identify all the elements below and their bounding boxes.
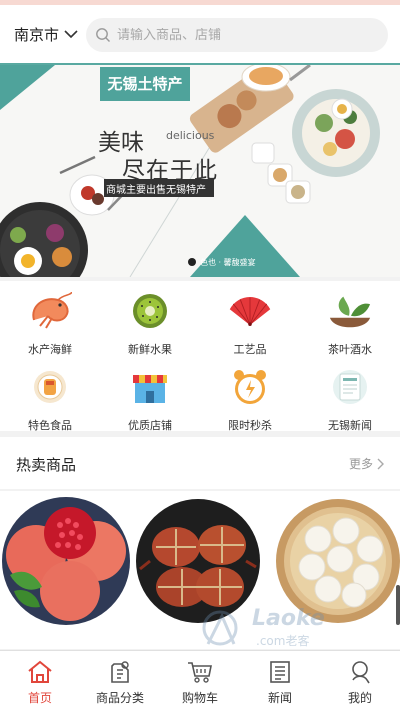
fan-icon [228,291,272,331]
cart-icon [187,659,213,685]
news-icon [328,367,372,407]
search-input[interactable] [117,27,367,43]
category-label: 工艺品 [233,343,267,356]
category-item-crafts[interactable]: 工艺品 [200,285,300,359]
banner-headline-2: 尽在于此 [122,158,218,184]
chevron-down-icon [64,30,78,39]
tea-icon [328,291,372,331]
tab-news[interactable]: 新闻 [240,651,320,709]
category-label: 水产海鲜 [28,343,72,356]
tab-label: 我的 [347,691,372,705]
tab-label: 首页 [27,691,52,705]
tab-profile[interactable]: 我的 [320,651,400,709]
tab-cart[interactable]: 购物车 [160,651,240,709]
home-icon [27,659,53,685]
category-grid: 水产海鲜 新鲜水果 工艺品 茶叶酒水 特色食品 优质店铺 限时秒杀 无锡新闻 [0,281,400,432]
more-link[interactable]: 更多 [349,455,384,472]
more-label: 更多 [348,457,373,471]
category-label: 优质店铺 [128,419,172,432]
banner-footer-text: 色也 · 馨馥盛宴 [200,258,256,267]
city-selector[interactable]: 南京市 [14,24,78,45]
category-item-flash-sale[interactable]: 限时秒杀 [200,361,300,435]
category-item-fruit[interactable]: 新鲜水果 [100,285,200,359]
hot-products-title: 热卖商品 [16,456,77,474]
tab-home[interactable]: 首页 [0,651,80,709]
category-item-specialty-food[interactable]: 特色食品 [0,361,100,435]
category-label: 无锡新闻 [328,419,372,432]
tab-categories[interactable]: 商品分类 [80,651,160,709]
search-icon [96,28,110,42]
chevron-right-icon [377,458,384,469]
product-image [2,497,130,625]
category-label: 特色食品 [28,419,72,432]
category-item-shops[interactable]: 优质店铺 [100,361,200,435]
newspaper-icon [269,659,291,685]
bottom-tab-bar: 首页 商品分类 购物车 新闻 我的 [0,650,400,709]
category-item-tea[interactable]: 茶叶酒水 [300,285,400,359]
tab-label: 购物车 [181,691,218,705]
product-image [276,499,400,623]
product-card-hairy-crab[interactable] [136,495,264,631]
product-image [136,499,260,623]
category-icon [108,659,132,685]
shop-icon [128,367,172,407]
scrollbar[interactable] [396,585,400,625]
header: 南京市 [0,5,400,64]
category-item-seafood[interactable]: 水产海鲜 [0,285,100,359]
banner-subtitle: 商城主要出售无锡特产 [106,185,206,196]
product-card-pomegranate[interactable] [0,495,134,631]
tab-label: 新闻 [267,691,292,705]
product-card-dumplings[interactable] [272,495,400,631]
alarm-clock-icon [228,367,272,407]
food-icon [28,367,72,407]
category-label: 新鲜水果 [128,343,172,356]
kiwi-icon [128,291,172,331]
shrimp-icon [28,291,72,331]
city-label: 南京市 [14,26,60,44]
hot-products-header: 热卖商品 更多 [0,437,400,489]
category-label: 限时秒杀 [228,419,272,432]
user-icon [348,659,372,685]
promo-banner[interactable]: 无锡土特产 美味 delicious 尽在于此 商城主要出售无锡特产 色也 · … [0,65,400,277]
category-item-news[interactable]: 无锡新闻 [300,361,400,435]
category-label: 茶叶酒水 [328,343,372,356]
hot-products-list [0,491,400,649]
banner-tag: 无锡土特产 [107,75,183,93]
banner-headline-en: delicious [166,129,215,142]
tab-label: 商品分类 [95,691,144,705]
search-box[interactable] [86,18,388,52]
